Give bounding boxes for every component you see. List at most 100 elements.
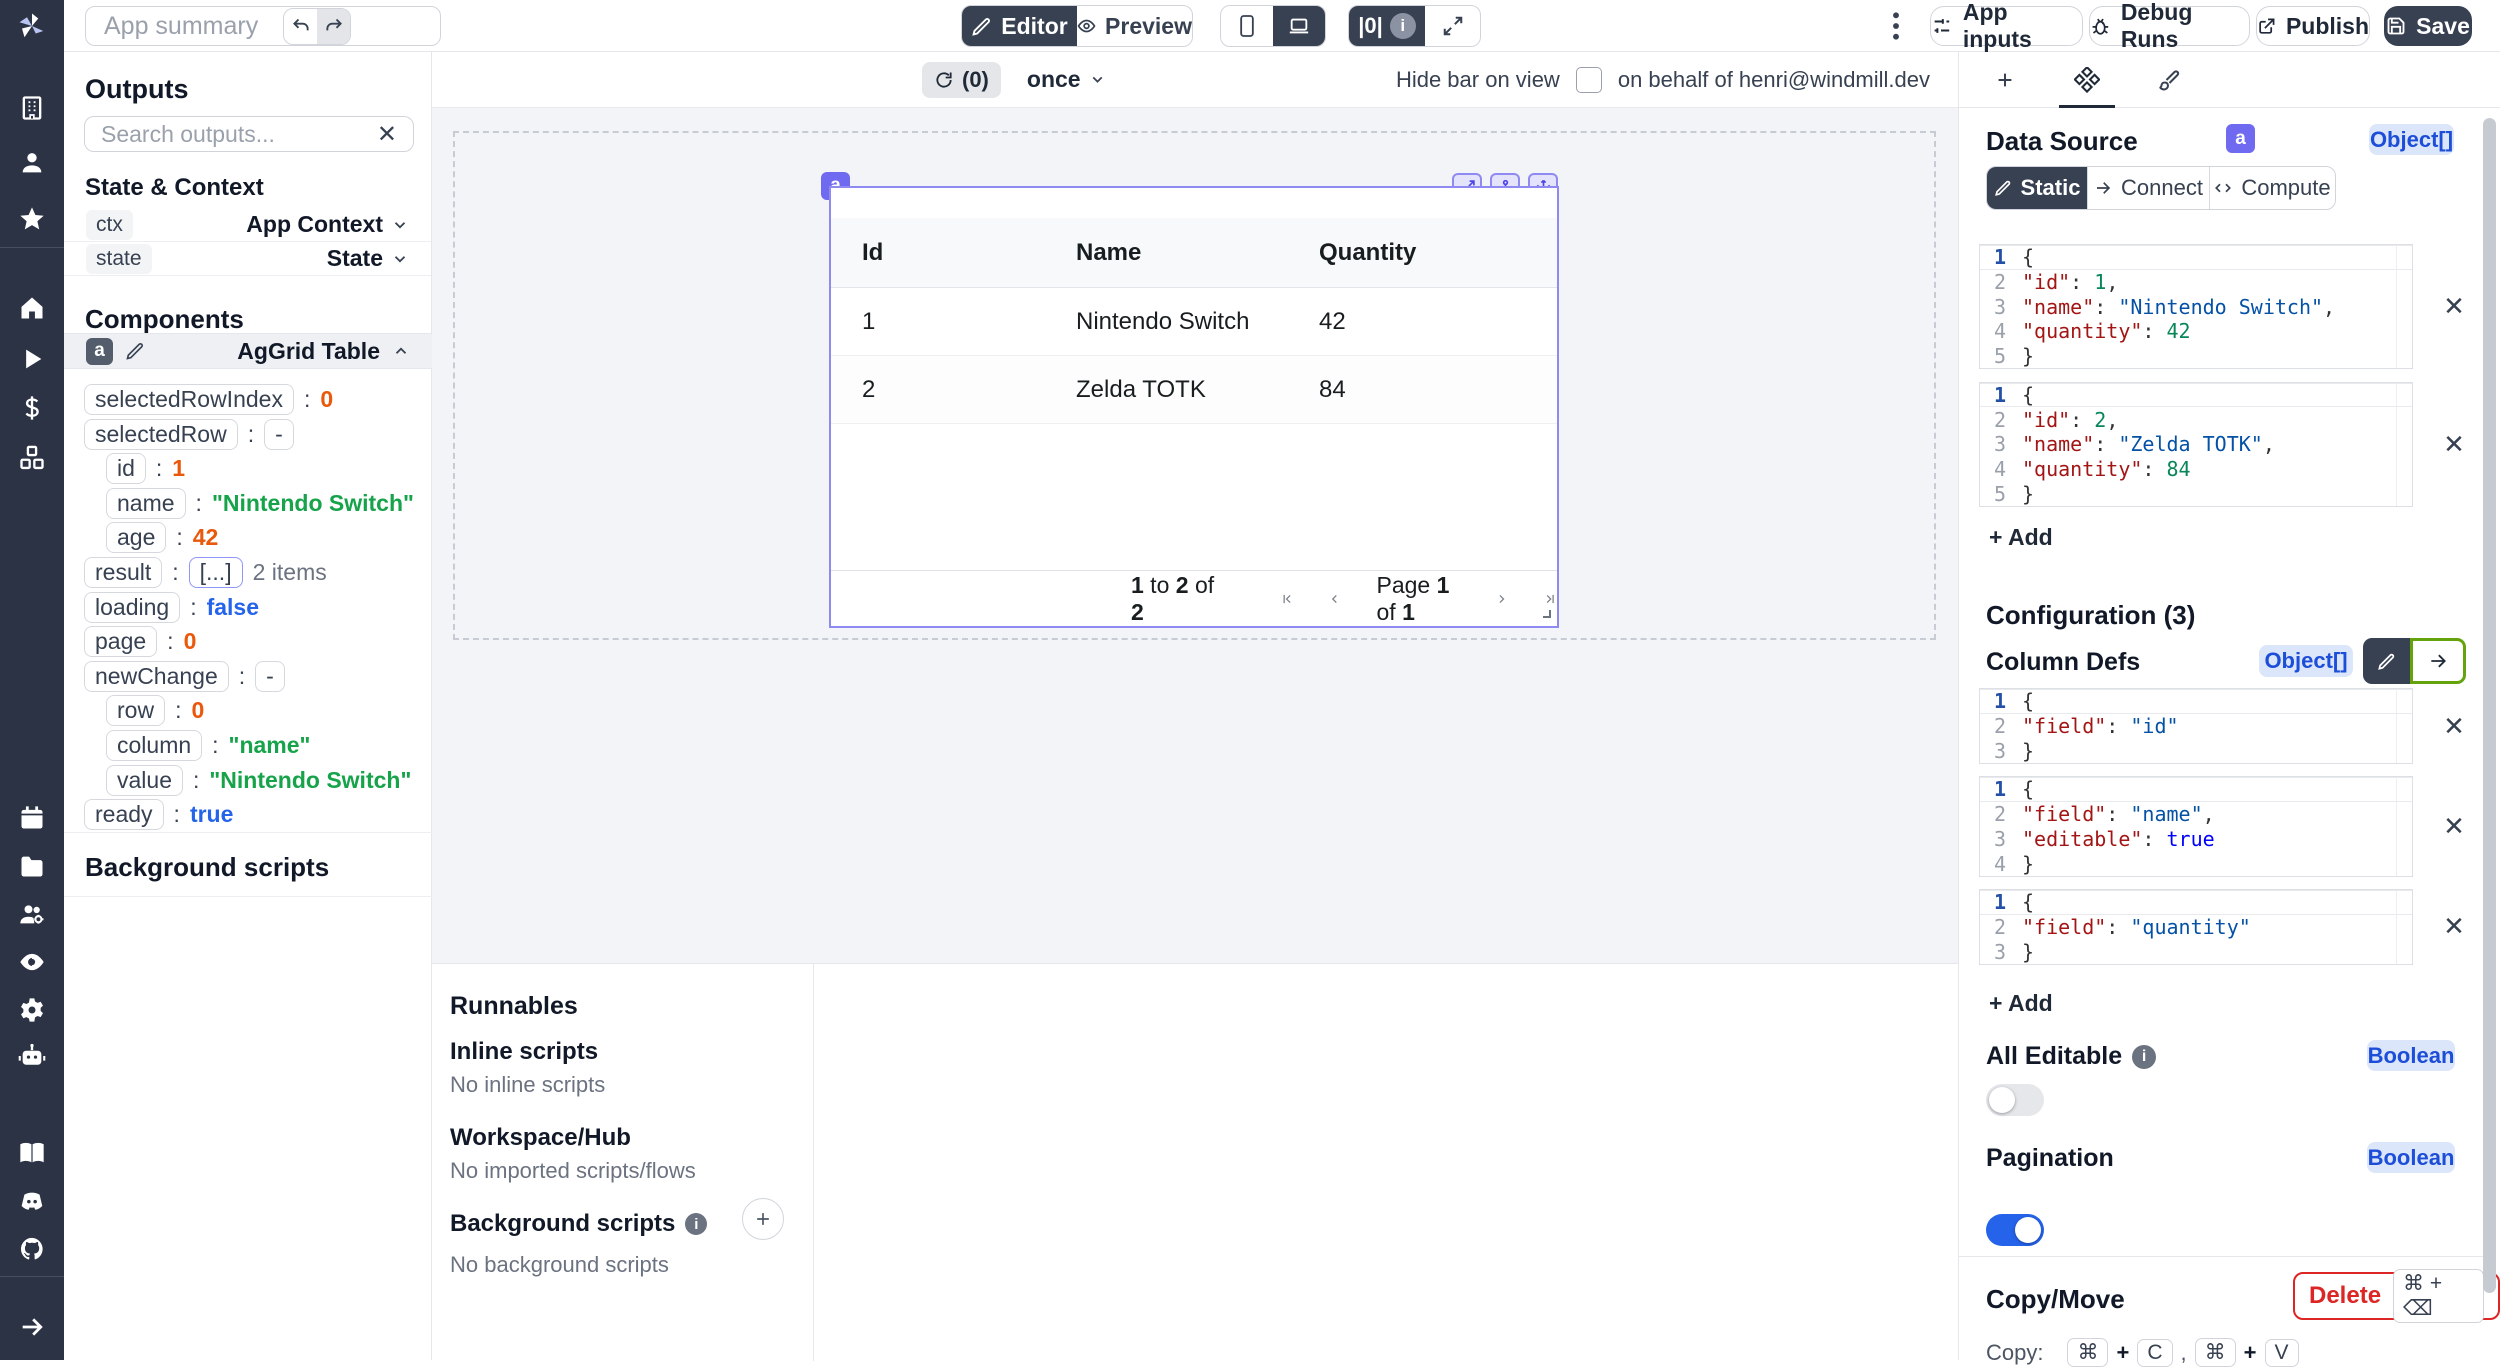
table-row[interactable]: 2Zelda TOTK84 [831, 356, 1557, 424]
search-outputs-input[interactable]: Search outputs... ✕ [84, 116, 414, 152]
type-pill[interactable]: Object[] [2369, 124, 2454, 155]
mobile-view-button[interactable] [1221, 6, 1273, 46]
remove-item-button[interactable]: ✕ [2437, 910, 2471, 944]
state-row[interactable]: state State [64, 242, 431, 276]
app-inputs-button[interactable]: App inputs [1930, 6, 2083, 46]
output-value-pill[interactable]: - [264, 419, 294, 450]
sidebar-book-icon[interactable] [18, 1139, 46, 1167]
sidebar-folder-icon[interactable] [18, 852, 46, 880]
sidebar-gear-icon[interactable] [18, 996, 46, 1024]
output-entry[interactable]: column:"name" [106, 728, 310, 763]
save-button[interactable]: Save [2384, 6, 2472, 46]
table-cell[interactable]: 84 [1319, 376, 1519, 404]
add-data-row-button[interactable]: + Add [1989, 524, 2053, 551]
json-editor[interactable]: 1{2"id": 1,3"name": "Nintendo Switch",4"… [1979, 244, 2413, 369]
edit-column-defs-button[interactable] [2363, 638, 2410, 684]
sidebar-eye-icon[interactable] [18, 948, 46, 976]
resize-handle[interactable] [1537, 604, 1551, 618]
output-entry[interactable]: ready:true [84, 797, 233, 832]
component-header-row[interactable]: a AgGrid Table [64, 333, 432, 369]
add-column-def-button[interactable]: + Add [1989, 990, 2053, 1017]
chevron-up-icon[interactable] [392, 342, 410, 360]
table-cell[interactable]: 42 [1319, 308, 1519, 336]
output-entry[interactable]: value:"Nintendo Switch" [106, 763, 411, 798]
delete-component-button[interactable]: Delete ⌘ + ⌫ [2293, 1272, 2500, 1320]
tab-preview[interactable]: Preview [1077, 6, 1192, 46]
all-editable-type-pill[interactable]: Boolean [2367, 1040, 2455, 1071]
tab-compute[interactable]: Compute [2209, 167, 2335, 209]
sidebar-github-icon[interactable] [18, 1235, 46, 1263]
sidebar-building-icon[interactable] [18, 94, 46, 122]
table-row[interactable]: 1Nintendo Switch42 [831, 288, 1557, 356]
table-cell[interactable]: 1 [831, 308, 1076, 336]
fullscreen-button[interactable] [1425, 6, 1480, 46]
pagination-type-pill[interactable]: Boolean [2367, 1142, 2455, 1173]
column-header[interactable]: Id [831, 239, 1076, 267]
schedule-dropdown[interactable]: once [1027, 66, 1106, 93]
undo-button[interactable] [284, 9, 317, 44]
prev-page-icon[interactable] [1328, 589, 1342, 609]
output-entry[interactable]: result:[...]2 items [84, 555, 327, 590]
ctx-row[interactable]: ctx App Context [64, 208, 431, 242]
app-canvas[interactable]: a IdNameQuantity 1Nintendo Switch422Zeld… [432, 108, 1958, 963]
settings-tab[interactable] [2074, 67, 2100, 93]
hide-panel-button[interactable]: |0| i [1349, 6, 1425, 46]
sidebar-user-icon[interactable] [18, 149, 46, 177]
output-entry[interactable]: newChange:- [84, 659, 285, 694]
output-value-pill[interactable]: - [255, 661, 285, 692]
kebab-menu-button[interactable] [1888, 10, 1904, 42]
output-entry[interactable]: selectedRowIndex:0 [84, 382, 333, 417]
output-entry[interactable]: row:0 [106, 693, 204, 728]
column-header[interactable]: Quantity [1319, 239, 1519, 267]
debug-runs-button[interactable]: Debug Runs [2089, 6, 2250, 46]
sidebar-dollar-icon[interactable] [18, 394, 46, 422]
sidebar-bot-icon[interactable] [18, 1042, 46, 1070]
output-entry[interactable]: selectedRow:- [84, 417, 294, 452]
json-editor[interactable]: 1{2"field": "quantity"3} [1979, 889, 2413, 965]
insert-component-tab[interactable] [1994, 69, 2016, 91]
all-editable-toggle[interactable] [1986, 1084, 2044, 1116]
output-value-expand[interactable]: [...] [189, 557, 243, 588]
sidebar-play-icon[interactable] [18, 345, 46, 373]
output-entry[interactable]: name:"Nintendo Switch" [106, 486, 414, 521]
sidebar-boxes-icon[interactable] [18, 444, 46, 472]
remove-item-button[interactable]: ✕ [2437, 810, 2471, 844]
sidebar-arrow-right-icon[interactable] [18, 1313, 46, 1341]
output-entry[interactable]: page:0 [84, 624, 196, 659]
output-entry[interactable]: loading:false [84, 590, 259, 625]
refresh-count-button[interactable]: (0) [922, 62, 1001, 98]
panel-scrollbar[interactable] [2483, 118, 2496, 1293]
table-cell[interactable]: Nintendo Switch [1076, 308, 1319, 336]
tab-editor[interactable]: Editor [962, 6, 1077, 46]
sidebar-star-icon[interactable] [18, 205, 46, 233]
pagination-toggle[interactable] [1986, 1214, 2044, 1246]
remove-item-button[interactable]: ✕ [2437, 709, 2471, 743]
output-entry[interactable]: id:1 [106, 451, 185, 486]
sidebar-calendar-icon[interactable] [18, 804, 46, 832]
style-tab[interactable] [2157, 68, 2181, 92]
tab-connect[interactable]: Connect [2087, 167, 2209, 209]
aggrid-table-component[interactable]: IdNameQuantity 1Nintendo Switch422Zelda … [829, 186, 1559, 628]
hide-bar-checkbox[interactable] [1576, 67, 1602, 93]
sidebar-home-icon[interactable] [18, 294, 46, 322]
pencil-icon[interactable] [125, 341, 145, 361]
desktop-view-button[interactable] [1273, 6, 1325, 46]
windmill-logo[interactable] [17, 11, 47, 41]
table-cell[interactable]: 2 [831, 376, 1076, 404]
apply-column-defs-button[interactable] [2410, 638, 2466, 684]
first-page-icon[interactable] [1280, 589, 1294, 609]
json-editor[interactable]: 1{2"field": "id"3} [1979, 688, 2413, 764]
column-header[interactable]: Name [1076, 239, 1319, 267]
remove-item-button[interactable]: ✕ [2437, 427, 2471, 461]
app-summary-input[interactable]: App summary [85, 6, 441, 46]
sidebar-discord-icon[interactable] [18, 1187, 46, 1215]
table-cell[interactable]: Zelda TOTK [1076, 376, 1319, 404]
sidebar-users-gear-icon[interactable] [18, 900, 46, 928]
output-entry[interactable]: age:42 [106, 520, 218, 555]
cd-type-pill[interactable]: Object[] [2259, 645, 2353, 677]
json-editor[interactable]: 1{2"field": "name",3"editable": true4} [1979, 776, 2413, 877]
clear-search-icon[interactable]: ✕ [377, 120, 397, 149]
next-page-icon[interactable] [1494, 589, 1508, 609]
add-background-script-button[interactable] [742, 1198, 784, 1240]
tab-static[interactable]: Static [1987, 167, 2087, 209]
